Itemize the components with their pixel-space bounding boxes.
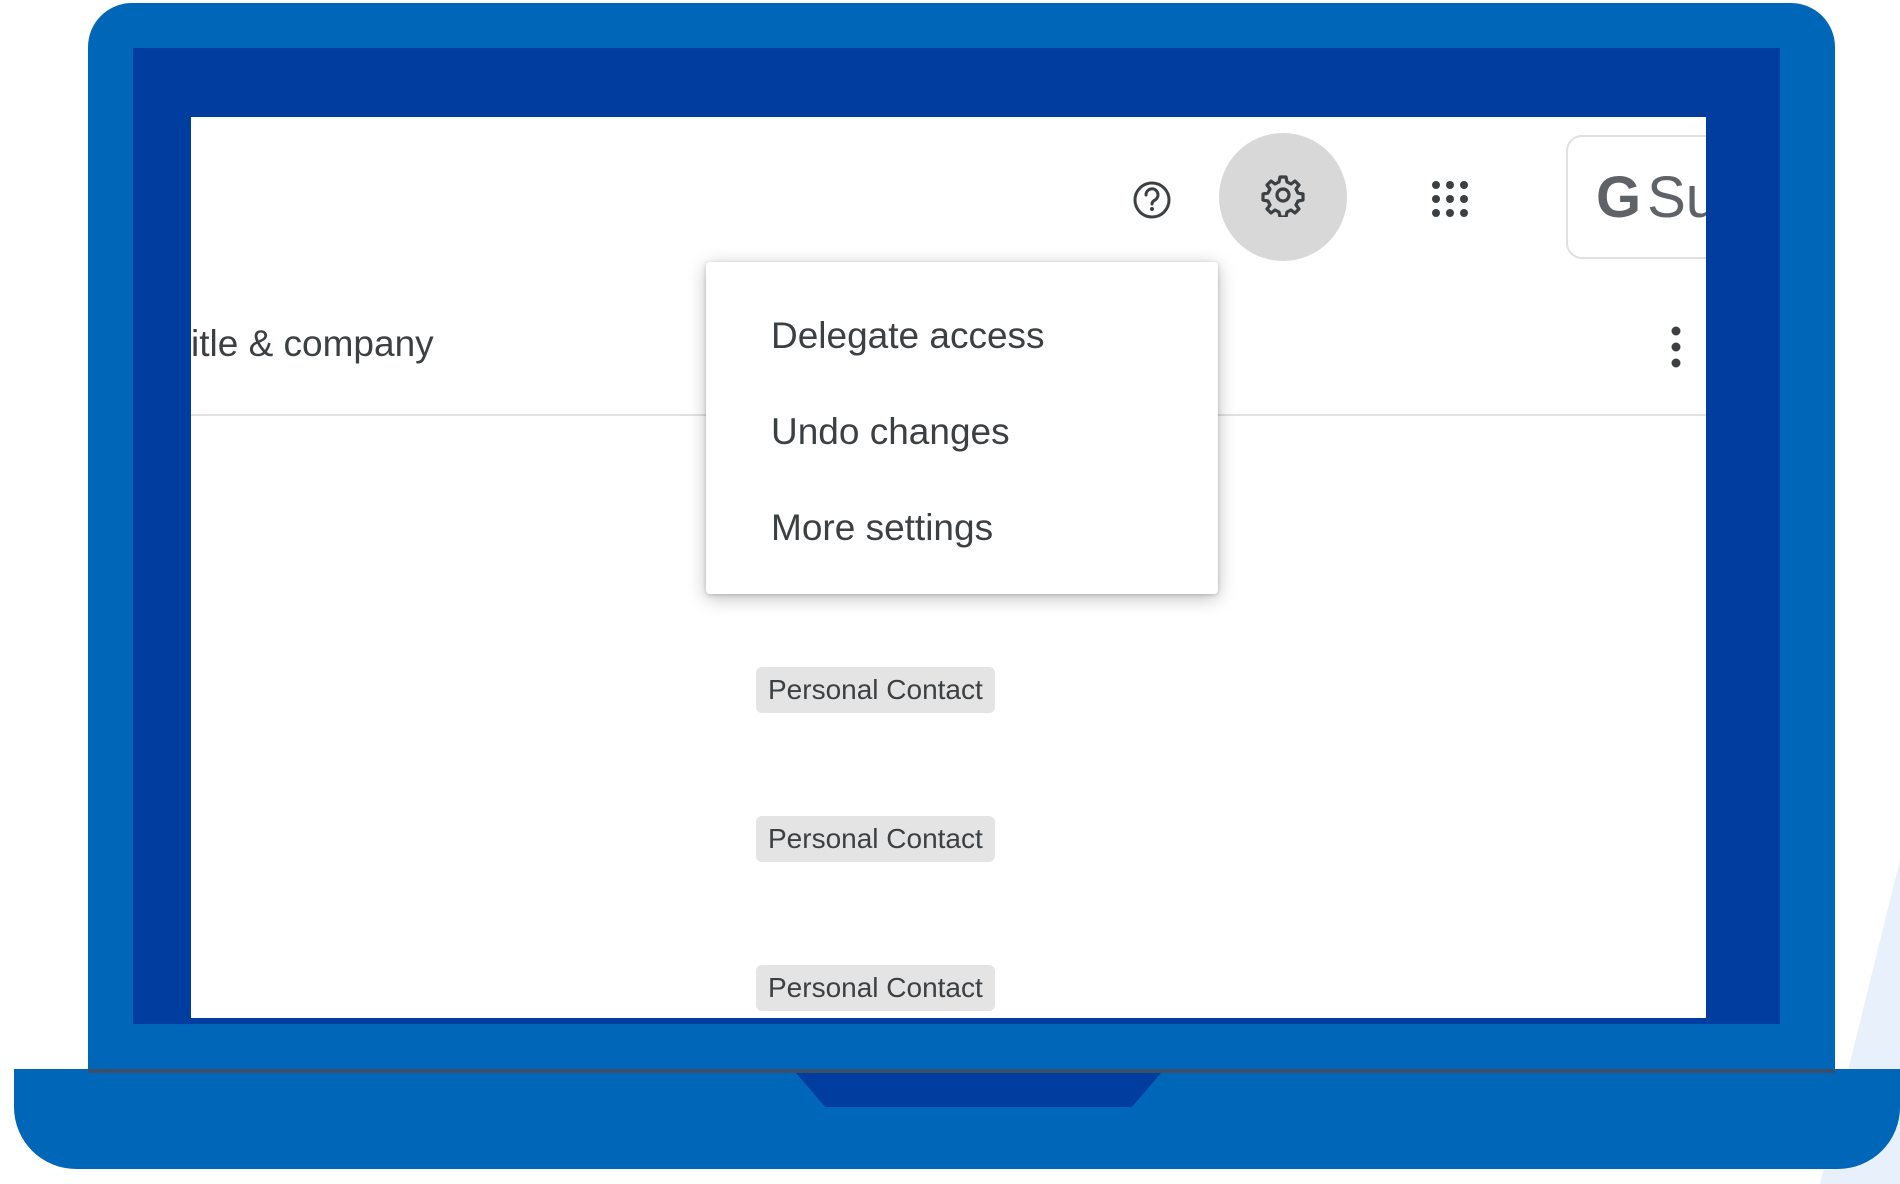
label-chip-personal-contact: Personal Contact: [756, 667, 995, 713]
column-header-title-company: itle & company: [191, 323, 434, 364]
app-screen: G Su itle & company Personal Contact Per…: [191, 117, 1706, 1018]
help-icon[interactable]: [1129, 177, 1175, 223]
more-vert-icon[interactable]: [1661, 317, 1691, 377]
menu-item-more-settings[interactable]: More settings: [706, 480, 1218, 576]
menu-item-undo-changes[interactable]: Undo changes: [706, 384, 1218, 480]
laptop-notch: [796, 1073, 1161, 1107]
gear-icon: [1261, 173, 1305, 222]
settings-dropdown-menu: Delegate access Undo changes More settin…: [706, 262, 1218, 594]
label-chip-personal-contact: Personal Contact: [756, 965, 995, 1011]
gsuite-logo-text: Su: [1647, 164, 1706, 230]
menu-item-delegate-access[interactable]: Delegate access: [706, 288, 1218, 384]
label-chip-personal-contact: Personal Contact: [756, 816, 995, 862]
gsuite-account-badge[interactable]: G Su: [1566, 135, 1706, 259]
apps-grid-icon[interactable]: [1426, 175, 1474, 223]
gsuite-logo-letter: G: [1596, 164, 1642, 230]
settings-button[interactable]: [1219, 133, 1347, 261]
laptop-hinge-line: [88, 1069, 1835, 1073]
